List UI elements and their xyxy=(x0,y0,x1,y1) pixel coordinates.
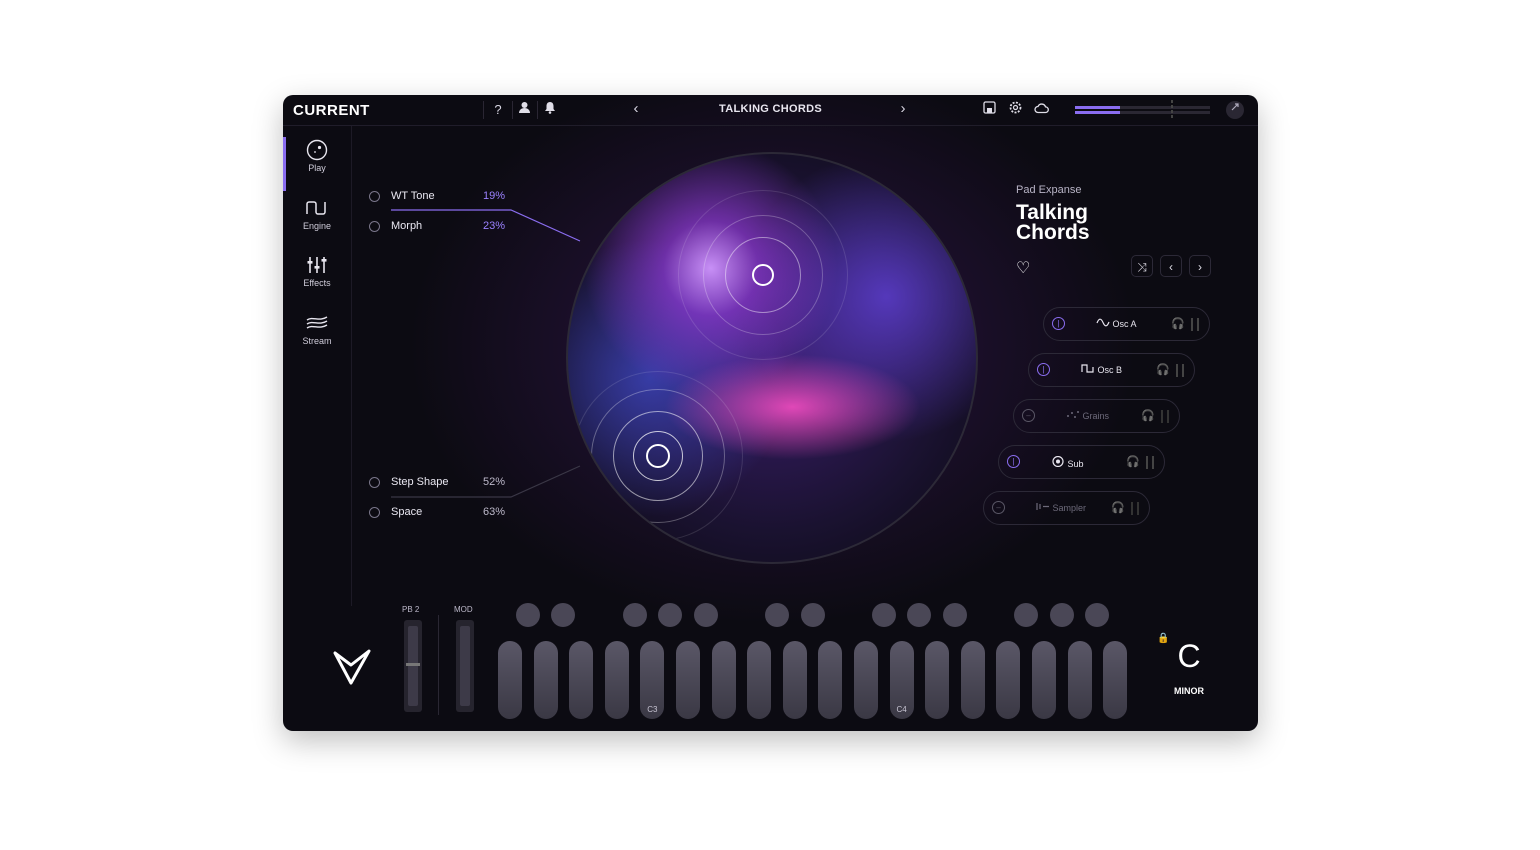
mod-wheel[interactable] xyxy=(456,620,474,712)
white-key[interactable] xyxy=(676,641,700,719)
keyboard-area: PB 2 MOD C3 C4 🔒 C MINOR xyxy=(283,595,1258,731)
black-key[interactable] xyxy=(551,603,576,627)
white-key[interactable] xyxy=(747,641,772,719)
brand-logo-icon xyxy=(333,649,371,685)
white-key[interactable] xyxy=(533,641,558,719)
layer-power-icon[interactable]: – xyxy=(992,501,1005,514)
square-wave-icon xyxy=(1081,364,1094,373)
layer-fader[interactable] xyxy=(1176,364,1184,377)
layer-fader[interactable] xyxy=(1161,410,1169,423)
white-key[interactable] xyxy=(818,641,843,719)
layer-fader[interactable] xyxy=(1131,502,1139,515)
white-key[interactable] xyxy=(569,641,594,719)
pitch-bend-wheel[interactable] xyxy=(404,620,422,712)
xy-cursor-handle[interactable] xyxy=(646,444,670,468)
black-key[interactable] xyxy=(1049,603,1074,627)
xy-pad-sphere[interactable] xyxy=(566,152,978,564)
white-key[interactable] xyxy=(925,641,950,719)
white-key[interactable] xyxy=(1067,641,1092,719)
white-key[interactable]: C4 xyxy=(889,641,914,719)
pitch-bend-label: PB 2 xyxy=(402,605,420,614)
black-key[interactable] xyxy=(800,603,825,627)
key-label: C3 xyxy=(647,705,658,714)
key-root[interactable]: C xyxy=(1166,638,1212,675)
white-key[interactable] xyxy=(711,641,736,719)
black-key[interactable] xyxy=(1085,603,1110,627)
headphones-icon[interactable]: 🎧 xyxy=(1111,501,1125,514)
black-key[interactable] xyxy=(907,603,932,627)
layer-osc-a[interactable]: | Osc A 🎧 xyxy=(1043,307,1210,341)
headphones-icon[interactable]: 🎧 xyxy=(1156,363,1170,376)
layer-name: Sub xyxy=(1051,455,1131,469)
preset-name: Talking Chords xyxy=(1016,201,1090,244)
sampler-icon xyxy=(1036,503,1049,510)
headphones-icon[interactable]: 🎧 xyxy=(1141,409,1155,422)
xy-target-handle[interactable] xyxy=(752,264,774,286)
next-button[interactable]: › xyxy=(1189,255,1211,277)
layer-name: Grains xyxy=(1066,410,1146,421)
shuffle-button[interactable]: ⤨ xyxy=(1131,255,1153,277)
white-key[interactable]: C3 xyxy=(640,641,665,719)
black-key[interactable] xyxy=(515,603,540,627)
headphones-icon[interactable]: 🎧 xyxy=(1171,317,1185,330)
layer-grains[interactable]: – Grains 🎧 xyxy=(1013,399,1180,433)
sub-icon xyxy=(1052,455,1064,468)
prev-button[interactable]: ‹ xyxy=(1160,255,1182,277)
layer-name: Osc A xyxy=(1096,318,1176,329)
layer-power-icon[interactable]: – xyxy=(1022,409,1035,422)
black-key[interactable] xyxy=(1014,603,1039,627)
sine-wave-icon xyxy=(1096,318,1110,327)
white-key[interactable] xyxy=(1103,641,1128,719)
black-key[interactable] xyxy=(622,603,647,627)
preset-category: Pad Expanse xyxy=(1016,184,1082,196)
white-key[interactable] xyxy=(604,641,629,719)
synth-window: CURRENT ? ‹ TALKING CHORDS › Play Engine… xyxy=(283,95,1258,731)
mod-label: MOD xyxy=(454,605,473,614)
layer-name: Sampler xyxy=(1036,502,1116,513)
layer-power-icon[interactable]: | xyxy=(1052,317,1065,330)
black-key[interactable] xyxy=(658,603,683,627)
layer-sampler[interactable]: – Sampler 🎧 xyxy=(983,491,1150,525)
white-key[interactable] xyxy=(854,641,878,719)
layer-power-icon[interactable]: | xyxy=(1007,455,1020,468)
layer-fader[interactable] xyxy=(1146,456,1154,469)
headphones-icon[interactable]: 🎧 xyxy=(1126,455,1140,468)
black-key[interactable] xyxy=(693,603,718,627)
favorite-heart-icon[interactable]: ♡ xyxy=(1016,258,1030,278)
black-key[interactable] xyxy=(871,603,896,627)
layer-name: Osc B xyxy=(1081,364,1161,375)
white-key[interactable] xyxy=(782,641,807,719)
grains-icon xyxy=(1067,411,1079,418)
layer-osc-b[interactable]: | Osc B 🎧 xyxy=(1028,353,1195,387)
white-key[interactable] xyxy=(996,641,1021,719)
white-key[interactable] xyxy=(498,641,522,719)
black-key[interactable] xyxy=(765,603,789,627)
black-key[interactable] xyxy=(943,603,967,627)
white-key[interactable] xyxy=(960,641,985,719)
layer-sub[interactable]: | Sub 🎧 xyxy=(998,445,1165,479)
layer-power-icon[interactable]: | xyxy=(1037,363,1050,376)
white-key[interactable] xyxy=(1032,641,1056,719)
key-scale[interactable]: MINOR xyxy=(1166,686,1212,696)
layer-fader[interactable] xyxy=(1191,318,1199,331)
key-label: C4 xyxy=(896,705,907,714)
